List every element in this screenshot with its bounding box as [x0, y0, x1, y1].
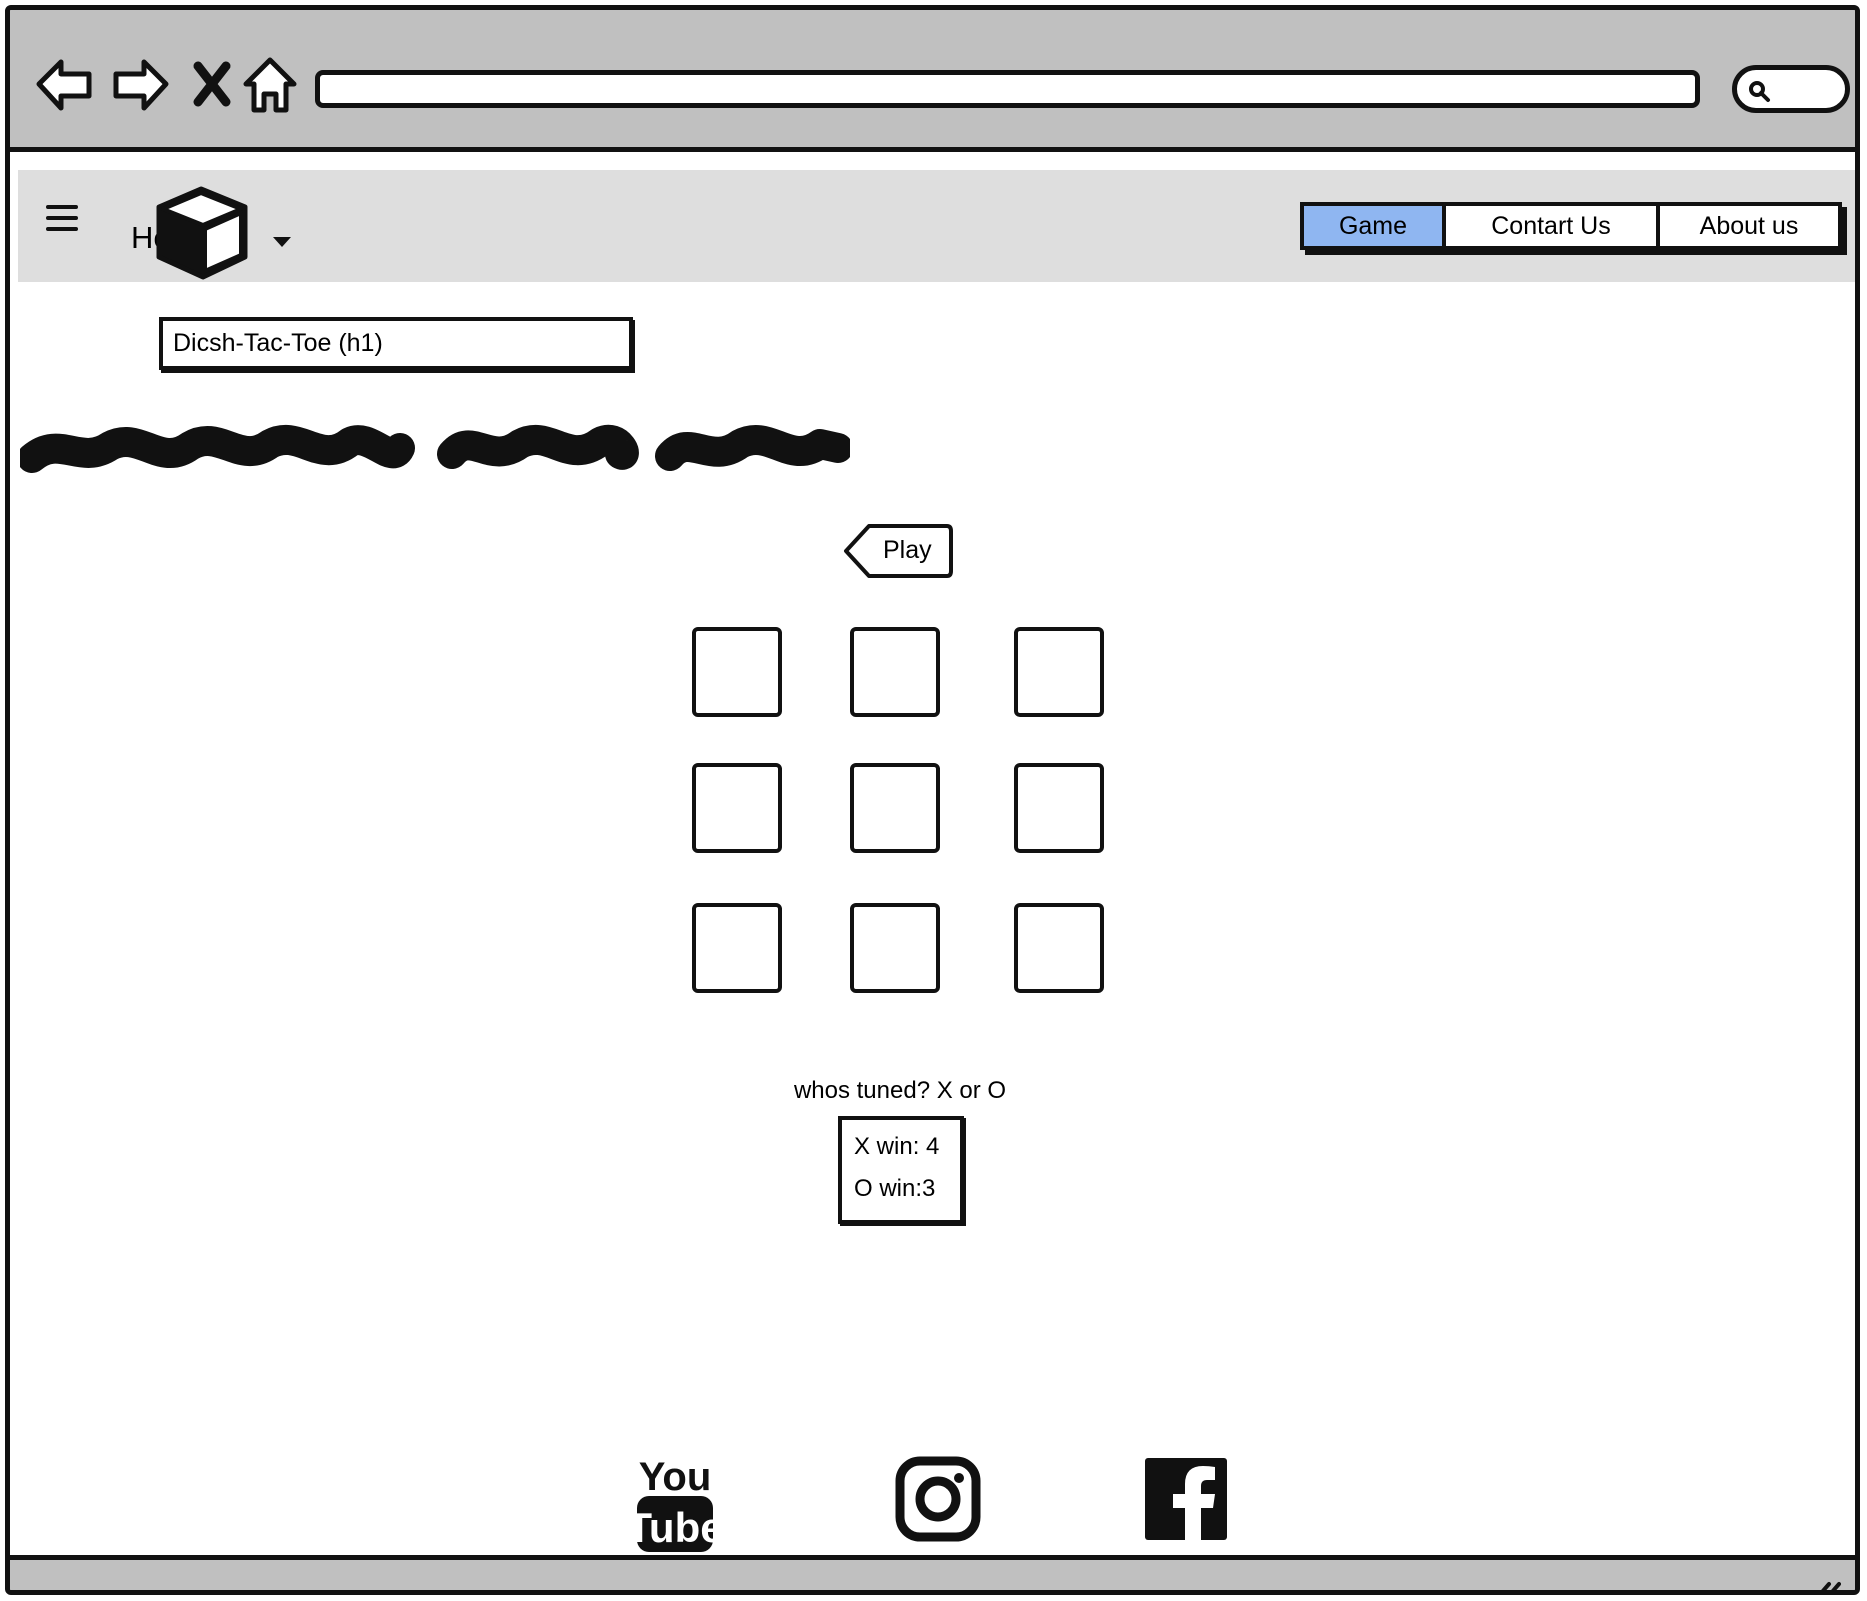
browser-search-field[interactable] — [1732, 65, 1850, 113]
board-cell-2-2[interactable] — [850, 763, 940, 853]
board-cell-2-1[interactable] — [692, 763, 782, 853]
o-score: O win:3 — [854, 1175, 936, 1202]
browser-toolbar — [10, 10, 1855, 152]
chevron-down-icon[interactable] — [271, 235, 293, 249]
youtube-you-text: You — [639, 1455, 712, 1499]
home-icon[interactable] — [242, 54, 298, 116]
board-cell-1-1[interactable] — [692, 627, 782, 717]
page-title: Dicsh-Tac-Toe (h1) — [159, 317, 633, 370]
board-cell-1-3[interactable] — [1014, 627, 1104, 717]
stop-icon[interactable] — [190, 54, 234, 114]
tab-about-us[interactable]: About us — [1660, 206, 1838, 246]
instagram-icon[interactable] — [895, 1456, 981, 1542]
tab-contact-us[interactable]: Contart Us — [1446, 206, 1660, 246]
search-icon — [1749, 81, 1770, 102]
site-header: Heading Game Contart Us About us — [18, 170, 1855, 283]
back-arrow-icon[interactable] — [35, 54, 95, 114]
browser-window: Heading Game Contart Us About us Dicsh-T… — [5, 5, 1860, 1595]
play-button-label: Play — [883, 536, 932, 564]
turn-indicator: whos tuned? X or O — [793, 1077, 1007, 1104]
x-score: X win: 4 — [854, 1133, 940, 1160]
hamburger-menu-icon[interactable] — [46, 203, 78, 233]
board-cell-2-3[interactable] — [1014, 763, 1104, 853]
youtube-tube-text: Tube — [633, 1504, 717, 1551]
address-bar[interactable] — [315, 70, 1700, 108]
board-cell-3-3[interactable] — [1014, 903, 1104, 993]
browser-status-bar — [10, 1555, 1855, 1595]
tab-game[interactable]: Game — [1304, 206, 1446, 246]
nav-tabs: Game Contart Us About us — [1300, 202, 1842, 250]
board-cell-1-2[interactable] — [850, 627, 940, 717]
board-cell-3-1[interactable] — [692, 903, 782, 993]
facebook-icon[interactable] — [1143, 1456, 1229, 1542]
score-board: X win: 4 O win:3 — [838, 1116, 964, 1224]
play-button[interactable]: Play — [843, 523, 953, 579]
resize-handle-icon[interactable] — [1811, 1576, 1841, 1595]
forward-arrow-icon[interactable] — [110, 54, 170, 114]
cube-logo-icon[interactable] — [153, 185, 253, 283]
board-cell-3-2[interactable] — [850, 903, 940, 993]
placeholder-text-scribble — [20, 424, 850, 473]
youtube-icon[interactable]: You Tube — [633, 1450, 717, 1554]
